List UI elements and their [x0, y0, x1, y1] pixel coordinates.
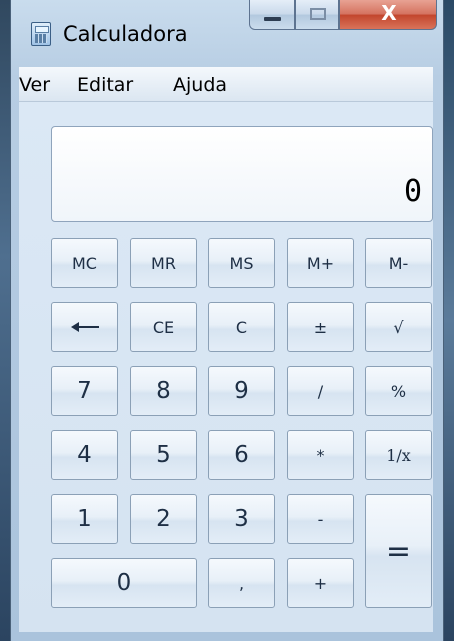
backspace-button[interactable]	[51, 302, 118, 352]
digit-3-button[interactable]: 3	[208, 494, 275, 544]
minimize-icon	[264, 17, 281, 21]
digit-8-button[interactable]: 8	[130, 366, 197, 416]
menu-item-ver[interactable]: Ver	[19, 74, 50, 96]
menu-item-editar[interactable]: Editar	[77, 74, 133, 96]
percent-button[interactable]: %	[365, 366, 432, 416]
maximize-icon	[310, 8, 326, 20]
divide-button[interactable]: /	[287, 366, 354, 416]
menu-bar: Ver Editar Ajuda	[19, 67, 433, 102]
digit-4-button[interactable]: 4	[51, 430, 118, 480]
digit-1-button[interactable]: 1	[51, 494, 118, 544]
plus-button[interactable]: +	[287, 558, 354, 608]
desktop-background-left	[0, 0, 10, 641]
title-bar[interactable]: Calculadora X	[11, 0, 443, 64]
digit-9-button[interactable]: 9	[208, 366, 275, 416]
memory-store-button[interactable]: MS	[208, 238, 275, 288]
reciprocal-button[interactable]: 1/x	[365, 430, 432, 480]
minus-button[interactable]: -	[287, 494, 354, 544]
display-panel: 0	[51, 126, 433, 222]
multiply-button[interactable]: *	[287, 430, 354, 480]
clear-entry-button[interactable]: CE	[130, 302, 197, 352]
backspace-arrow-icon	[70, 321, 99, 333]
clear-button[interactable]: C	[208, 302, 275, 352]
digit-5-button[interactable]: 5	[130, 430, 197, 480]
decimal-separator-button[interactable]: ,	[208, 558, 275, 608]
digit-2-button[interactable]: 2	[130, 494, 197, 544]
maximize-button[interactable]	[295, 0, 339, 30]
display-value: 0	[403, 174, 422, 209]
memory-subtract-button[interactable]: M-	[365, 238, 432, 288]
memory-add-button[interactable]: M+	[287, 238, 354, 288]
menu-item-ajuda[interactable]: Ajuda	[173, 74, 227, 96]
square-root-button[interactable]: √	[365, 302, 432, 352]
digit-6-button[interactable]: 6	[208, 430, 275, 480]
desktop-background-right	[444, 0, 454, 641]
calculator-icon	[31, 22, 51, 46]
equals-button[interactable]: =	[365, 494, 432, 608]
memory-recall-button[interactable]: MR	[130, 238, 197, 288]
memory-clear-button[interactable]: MC	[51, 238, 118, 288]
window-title: Calculadora	[63, 22, 188, 46]
close-button[interactable]: X	[339, 0, 437, 30]
digit-7-button[interactable]: 7	[51, 366, 118, 416]
negate-button[interactable]: ±	[287, 302, 354, 352]
minimize-button[interactable]	[249, 0, 295, 30]
digit-0-button[interactable]: 0	[51, 558, 197, 608]
close-icon: X	[381, 1, 397, 25]
